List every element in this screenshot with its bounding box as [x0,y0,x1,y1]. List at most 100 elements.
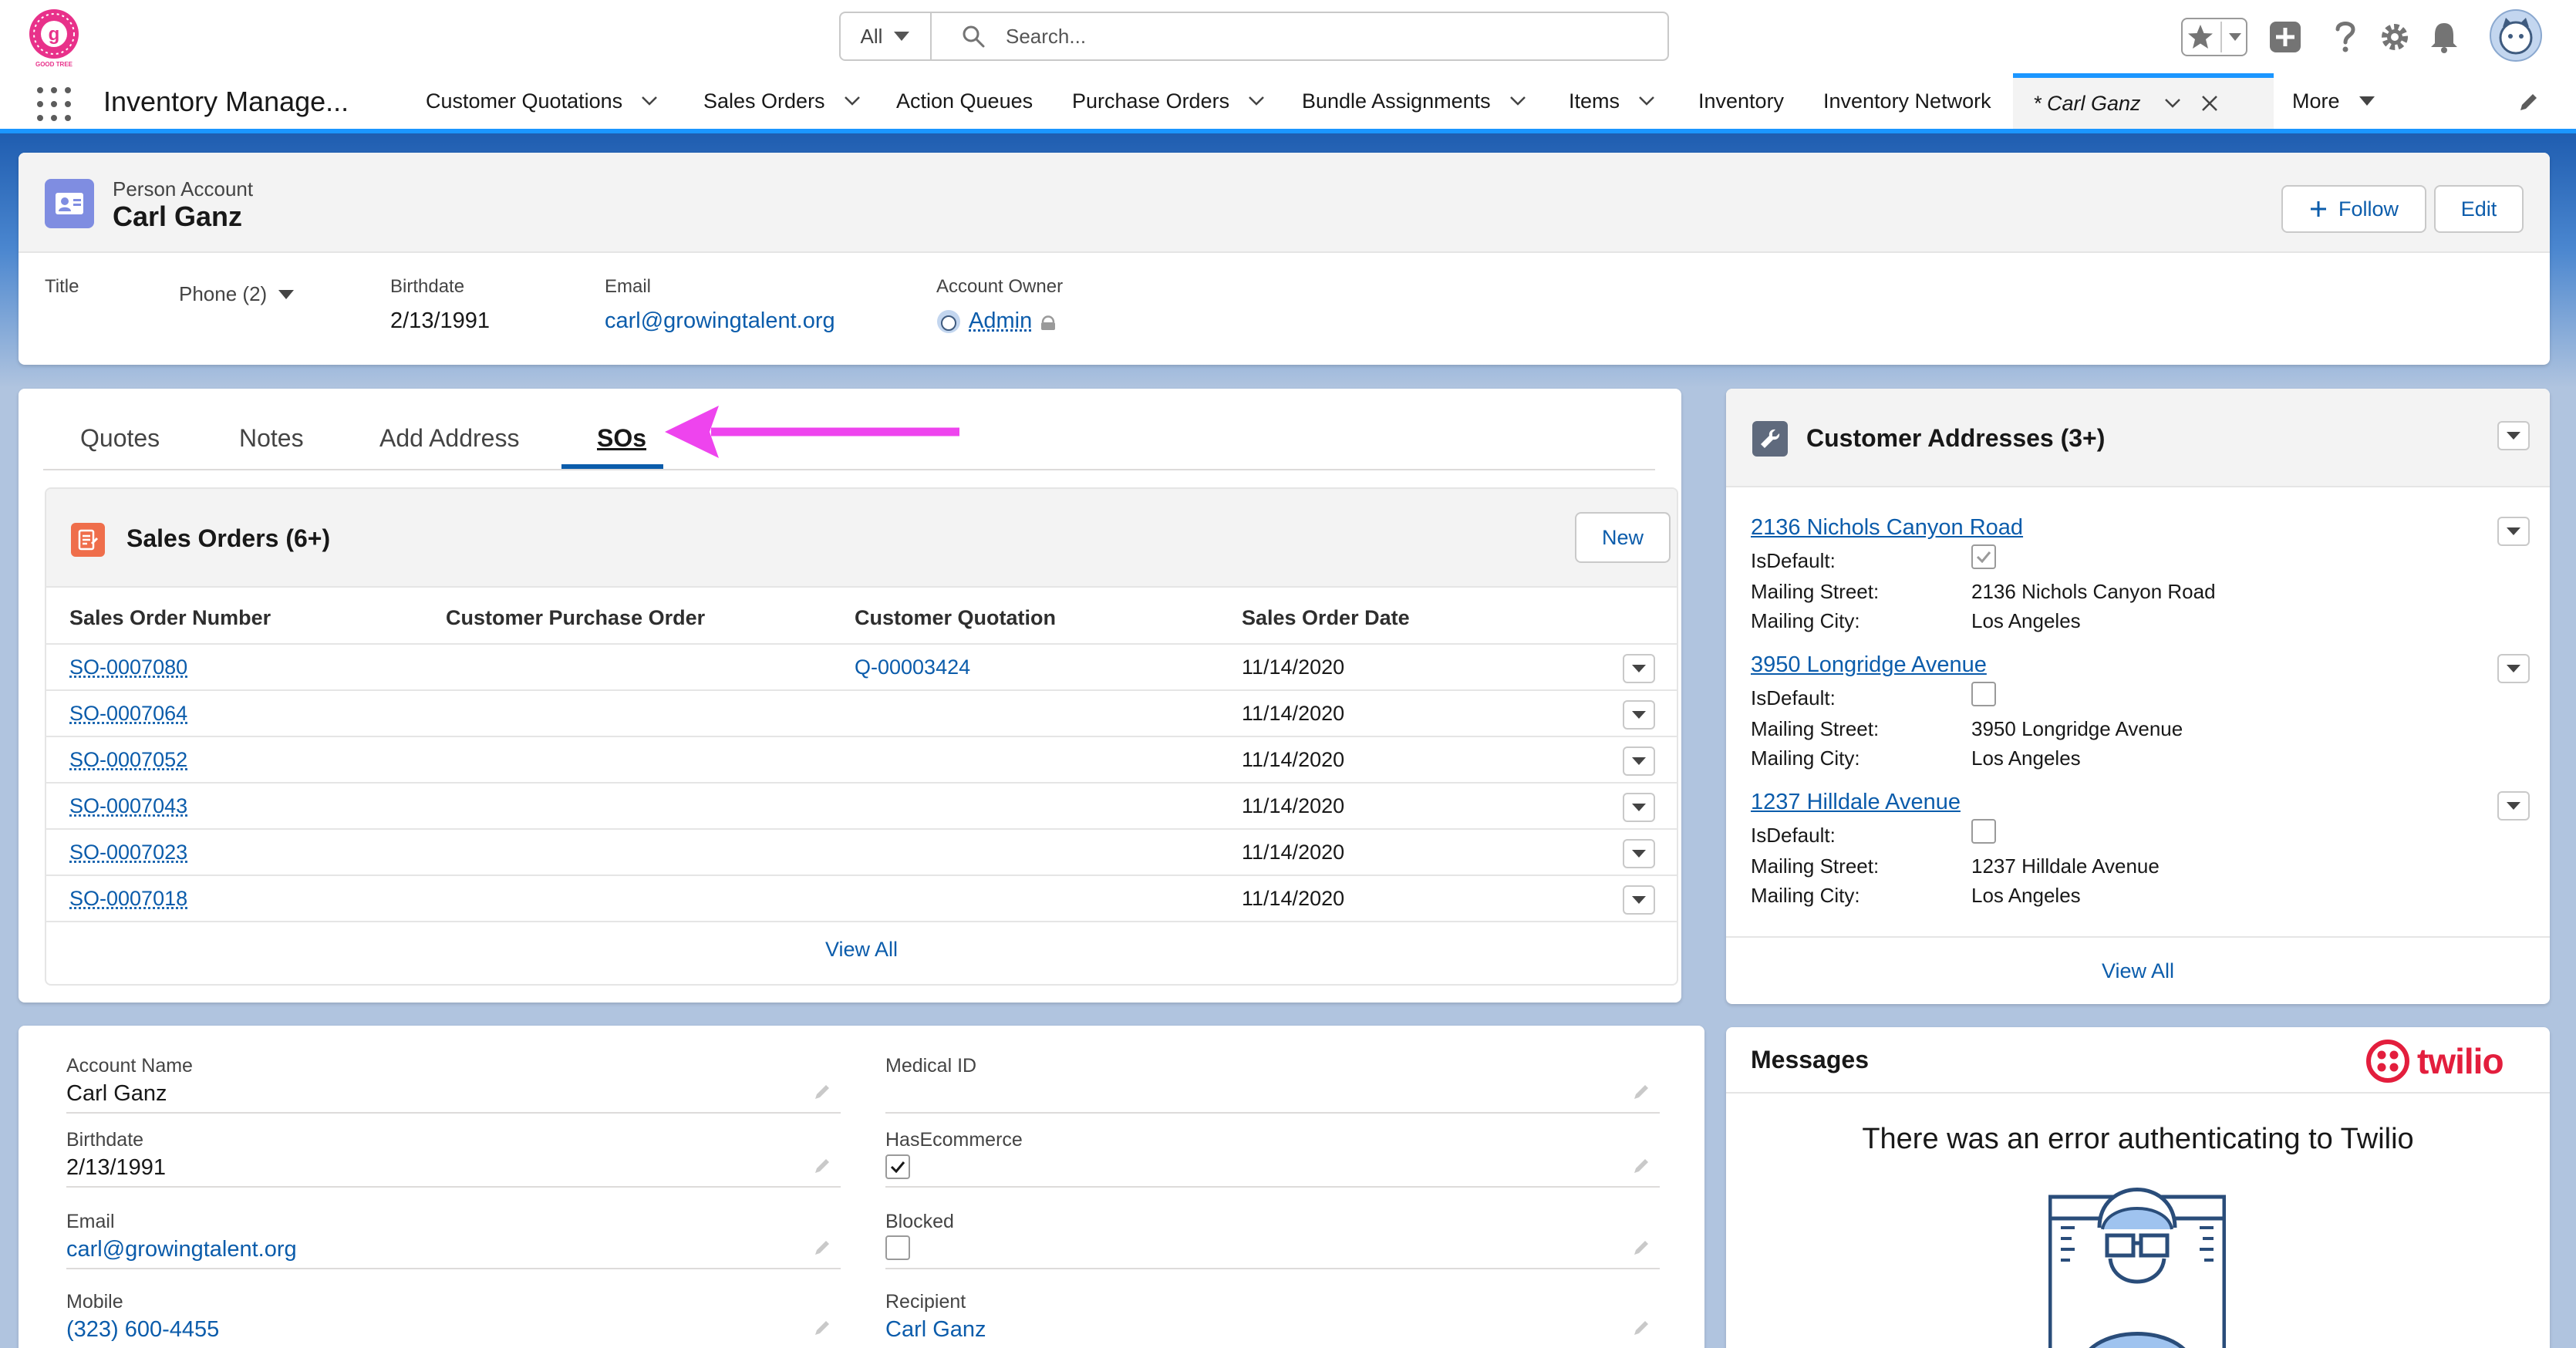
nav-item-label: Inventory [1698,89,1785,113]
edit-pencil-icon[interactable] [1632,1317,1652,1337]
nav-item-purchase-orders[interactable]: Purchase Orders [1072,73,1265,129]
edit-pencil-icon[interactable] [813,1237,833,1257]
follow-button[interactable]: Follow [2281,185,2426,233]
address-item: 1237 Hilldale Avenue IsDefault: Mailing … [1751,790,2522,921]
field-label: Birthdate [66,1129,144,1151]
tab-notes[interactable]: Notes [239,424,304,453]
address-link[interactable]: 2136 Nichols Canyon Road [1751,515,2522,541]
field-label: Mobile [66,1291,123,1313]
column-header-so-number[interactable]: Sales Order Number [69,606,271,630]
edit-pencil-icon[interactable] [1632,1237,1652,1257]
nav-item-items[interactable]: Items [1569,73,1655,129]
tab-quotes[interactable]: Quotes [80,424,160,453]
search-input[interactable]: Search... [1006,25,1086,49]
change-owner-icon[interactable] [1040,312,1057,332]
so-date: 11/14/2020 [1242,841,1345,864]
global-actions-button[interactable] [2267,15,2303,59]
email-link[interactable]: carl@growingtalent.org [605,308,835,334]
address-link[interactable]: 1237 Hilldale Avenue [1751,790,2522,815]
nav-tab-carl-ganz[interactable]: * Carl Ganz [2013,73,2274,129]
column-header-customer-quotation[interactable]: Customer Quotation [855,606,1056,630]
edit-pencil-icon[interactable] [813,1155,833,1175]
so-number-link[interactable]: SO-0007064 [69,702,187,726]
city-label: Mailing City: [1751,609,1860,632]
so-number-link[interactable]: SO-0007018 [69,887,187,911]
setup-button[interactable] [2377,15,2412,59]
chevron-down-icon[interactable] [1509,96,1526,106]
so-number-link[interactable]: SO-0007043 [69,794,187,818]
star-icon [2188,25,2213,49]
tab-sos[interactable]: SOs [597,424,646,453]
add-icon [2310,201,2326,217]
so-number-link[interactable]: SO-0007052 [69,748,187,772]
field-label: Blocked [885,1211,954,1232]
owner-link[interactable]: Admin [969,308,1032,334]
nav-item-customer-quotations[interactable]: Customer Quotations [426,73,658,129]
row-actions-button[interactable] [1623,885,1655,915]
chevron-down-icon[interactable] [844,96,861,106]
address-row-menu-button[interactable] [2497,791,2530,821]
column-header-customer-po[interactable]: Customer Purchase Order [446,606,705,630]
tab-add-address[interactable]: Add Address [379,424,519,453]
chevron-down-icon[interactable] [2164,98,2181,109]
address-link[interactable]: 3950 Longridge Avenue [1751,652,2522,678]
edit-nav-icon[interactable] [2517,90,2541,113]
help-button[interactable] [2329,15,2362,59]
edit-pencil-icon[interactable] [1632,1155,1652,1175]
sales-orders-view-all-link[interactable]: View All [46,938,1677,962]
app-launcher-button[interactable] [37,87,71,121]
row-actions-button[interactable] [1623,746,1655,776]
phone-dropdown[interactable]: Phone (2) [179,282,295,306]
nav-item-bundle-assignments[interactable]: Bundle Assignments [1302,73,1526,129]
user-avatar[interactable] [2488,8,2544,63]
sales-orders-title[interactable]: Sales Orders (6+) [126,524,330,553]
so-date: 11/14/2020 [1242,748,1345,771]
nav-item-action-queues[interactable]: Action Queues [896,73,1033,129]
edit-label: Edit [2460,197,2497,221]
field-blocked: Blocked [885,1197,1660,1269]
address-row-menu-button[interactable] [2497,654,2530,683]
column-header-so-date[interactable]: Sales Order Date [1242,606,1410,630]
row-actions-button[interactable] [1623,793,1655,822]
search-scope-select[interactable]: All [841,13,932,59]
nav-item-inventory-network[interactable]: Inventory Network [1823,73,1991,129]
customer-addresses-title[interactable]: Customer Addresses (3+) [1806,424,2105,453]
nav-more[interactable]: More [2292,73,2375,129]
address-row-menu-button[interactable] [2497,517,2530,546]
favorites-button[interactable] [2181,18,2247,56]
notifications-button[interactable] [2426,15,2462,59]
edit-pencil-icon[interactable] [813,1081,833,1101]
email-link[interactable]: carl@growingtalent.org [66,1237,297,1262]
row-actions-button[interactable] [1623,654,1655,683]
recipient-link[interactable]: Carl Ganz [885,1317,986,1343]
nav-item-sales-orders[interactable]: Sales Orders [703,73,861,129]
edit-button[interactable]: Edit [2434,185,2524,233]
new-sales-order-button[interactable]: New [1575,512,1671,563]
row-actions-button[interactable] [1623,700,1655,730]
addresses-list-menu-button[interactable] [2497,421,2530,450]
nav-item-inventory[interactable]: Inventory [1698,73,1784,129]
street-label: Mailing Street: [1751,580,1880,603]
edit-pencil-icon[interactable] [813,1317,833,1337]
birthdate-label: Birthdate [390,276,465,297]
city-label: Mailing City: [1751,884,1860,907]
so-number-link[interactable]: SO-0007080 [69,655,187,679]
chevron-down-icon[interactable] [1638,96,1655,106]
street-value: 1237 Hilldale Avenue [1971,854,2160,878]
company-logo[interactable]: g GOOD TREE [25,6,83,68]
so-number-link[interactable]: SO-0007023 [69,841,187,864]
mobile-link[interactable]: (323) 600-4455 [66,1317,219,1343]
so-date: 11/14/2020 [1242,655,1345,679]
chevron-down-icon[interactable] [641,96,658,106]
chevron-down-icon[interactable] [1248,96,1265,106]
city-value: Los Angeles [1971,884,2081,907]
app-nav-bar: Inventory Manage... Customer Quotations … [0,73,2576,133]
addresses-view-all-link[interactable]: View All [1726,959,2550,983]
close-icon[interactable] [2201,95,2218,112]
quotation-link[interactable]: Q-00003424 [855,655,970,679]
edit-pencil-icon[interactable] [1632,1081,1652,1101]
table-row: SO-0007064 11/14/2020 [46,691,1677,737]
default-label: IsDefault: [1751,549,1836,572]
global-search[interactable]: All Search... [839,12,1669,61]
row-actions-button[interactable] [1623,839,1655,868]
